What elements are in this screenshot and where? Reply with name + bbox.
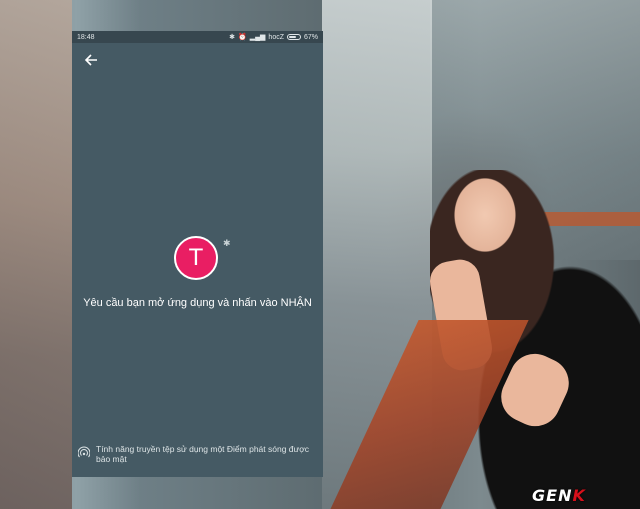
logo-text-accent: K bbox=[572, 486, 586, 505]
genk-logo: GENK bbox=[532, 486, 632, 505]
phone-screenshot: 18:48 ✱ ⏰ ▂▄▆ hocZ 67% T ✱ Yêu cầu bạn m… bbox=[72, 31, 323, 477]
avatar-letter: T bbox=[188, 244, 204, 271]
building-left bbox=[0, 0, 72, 509]
battery-icon bbox=[286, 34, 301, 40]
bluetooth-icon: ✱ bbox=[229, 34, 235, 41]
instruction-message: Yêu cầu bạn mở ứng dụng và nhấn vào NHẬN bbox=[83, 297, 312, 309]
bluetooth-icon: ✱ bbox=[223, 238, 231, 248]
battery-percent: 67% bbox=[303, 33, 318, 41]
status-icons: ✱ ⏰ ▂▄▆ hocZ 67% bbox=[229, 33, 318, 42]
logo-text-main: GEN bbox=[532, 486, 573, 505]
footer-note: Tính năng truyền tệp sử dụng một Điểm ph… bbox=[78, 444, 318, 464]
hotspot-icon bbox=[78, 446, 90, 458]
back-arrow-icon[interactable] bbox=[84, 53, 102, 71]
network-label: hocZ bbox=[268, 33, 284, 41]
alarm-icon: ⏰ bbox=[237, 34, 247, 41]
status-time: 18:48 bbox=[77, 33, 95, 41]
signal-icon: ▂▄▆ bbox=[249, 34, 266, 41]
avatar: T bbox=[174, 236, 218, 280]
footer-text: Tính năng truyền tệp sử dụng một Điểm ph… bbox=[96, 444, 310, 464]
recipient-avatar-group: T ✱ bbox=[174, 236, 231, 288]
status-bar: 18:48 ✱ ⏰ ▂▄▆ hocZ 67% bbox=[72, 31, 323, 43]
